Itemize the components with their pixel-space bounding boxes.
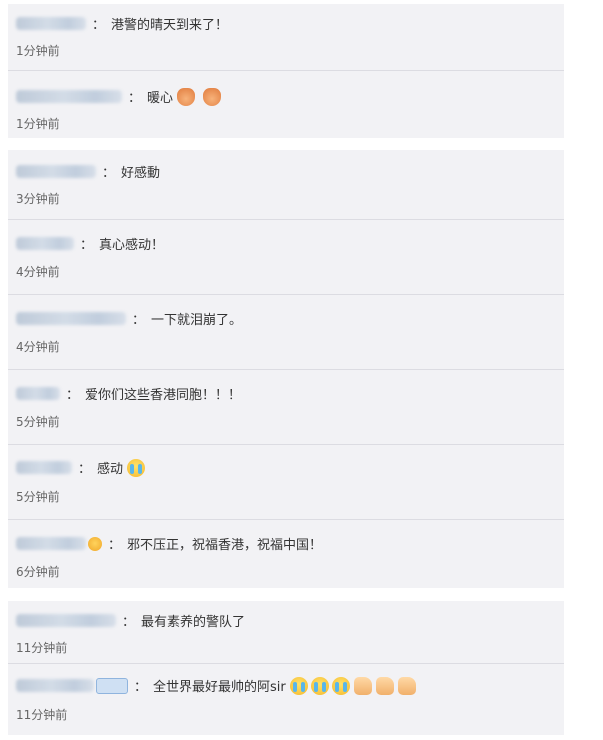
colon-separator: ： (108, 538, 122, 553)
colon-separator: ： (92, 18, 106, 33)
thumbs-up-icon (375, 676, 394, 695)
blurred-username[interactable] (16, 679, 94, 692)
comment-item: ： 港警的晴天到来了！ 1分钟前 (8, 4, 564, 71)
thumbs-up-icon (397, 676, 416, 695)
colon-separator: ： (80, 238, 94, 253)
comment-item: ： 爱你们这些香港同胞！！！ 5分钟前 (8, 370, 564, 445)
colon-separator: ： (134, 680, 148, 695)
colon-separator: ： (132, 313, 146, 328)
comment-text: 邪不压正，祝福香港，祝福中国！ (127, 538, 323, 553)
colon-separator: ： (78, 462, 92, 477)
comment-item: ： 真心感动！ 4分钟前 (8, 220, 564, 295)
comment-text: 感动 (97, 462, 124, 477)
blurred-username[interactable] (16, 165, 96, 178)
comment-time: 5分钟前 (16, 415, 60, 429)
comment-text: 爱你们这些香港同胞！！！ (85, 388, 242, 403)
comment-text: 好感動 (121, 166, 161, 181)
blurred-username[interactable] (16, 461, 72, 474)
comment-time: 4分钟前 (16, 340, 60, 354)
comment-item: ： 暖心 1分钟前 (8, 71, 564, 139)
crying-face-icon (289, 676, 308, 695)
comment-text: 一下就泪崩了。 (151, 313, 243, 328)
comment-time: 4分钟前 (16, 265, 60, 279)
comment-time: 3分钟前 (16, 192, 60, 206)
comment-item: ： 一下就泪崩了。 4分钟前 (8, 295, 564, 370)
colon-separator: ： (128, 91, 142, 106)
comment-item: ： 感动 5分钟前 (8, 445, 564, 520)
crying-face-icon (310, 676, 329, 695)
colon-separator: ： (102, 166, 116, 181)
crying-face-icon (127, 458, 146, 477)
comment-time: 11分钟前 (16, 641, 68, 655)
blurred-username[interactable] (16, 90, 122, 103)
smiley-face-icon (88, 536, 102, 551)
comment-time: 1分钟前 (16, 44, 60, 58)
comment-time: 5分钟前 (16, 490, 60, 504)
comment-item: ： 邪不压正，祝福香港，祝福中国！ 6分钟前 (8, 520, 564, 593)
blurred-username[interactable] (16, 537, 86, 550)
comment-item: ： 最有素养的警队了 11分钟前 (8, 601, 564, 664)
blurred-username[interactable] (16, 614, 116, 627)
blurred-username[interactable] (16, 312, 126, 325)
comment-text: 最有素养的警队了 (141, 615, 246, 630)
comment-item: ： 全世界最好最帅的阿sir 11分钟前 (8, 664, 564, 736)
blurred-username[interactable] (16, 17, 86, 30)
comment-text: 全世界最好最帅的阿sir (153, 680, 286, 695)
comment-text: 真心感动！ (99, 238, 165, 253)
comment-time: 6分钟前 (16, 565, 60, 579)
praying-hands-icon (203, 87, 222, 106)
blurred-username[interactable] (16, 387, 60, 400)
praying-hands-icon (177, 87, 196, 106)
comment-group: ： 最有素养的警队了 11分钟前 ： 全世界最好最帅的阿sir 11分钟前 (8, 601, 564, 735)
comment-text: 暖心 (147, 91, 174, 106)
comment-group: ： 好感動 3分钟前 ： 真心感动！ 4分钟前 ： 一下就泪崩了。 4分钟前 ：… (8, 150, 564, 588)
comment-item: ： 好感動 3分钟前 (8, 150, 564, 220)
blurred-badge (96, 677, 128, 694)
colon-separator: ： (66, 388, 80, 403)
crying-face-icon (331, 676, 350, 695)
comment-group: ： 港警的晴天到来了！ 1分钟前 ： 暖心 1分钟前 (8, 4, 564, 138)
comment-time: 1分钟前 (16, 117, 60, 131)
blurred-username[interactable] (16, 237, 74, 250)
comment-text: 港警的晴天到来了！ (111, 18, 229, 33)
colon-separator: ： (122, 615, 136, 630)
comment-time: 11分钟前 (16, 708, 68, 722)
thumbs-up-icon (353, 676, 372, 695)
